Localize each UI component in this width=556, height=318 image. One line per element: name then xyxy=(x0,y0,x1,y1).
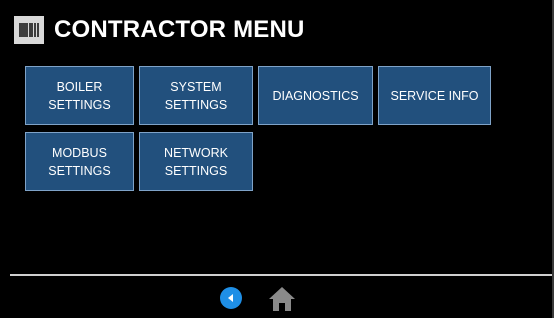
system-settings-label: SYSTEM SETTINGS xyxy=(164,79,228,112)
app-logo-icon xyxy=(14,16,44,44)
diagnostics-button[interactable]: DIAGNOSTICS xyxy=(258,66,373,125)
boiler-settings-button[interactable]: BOILER SETTINGS xyxy=(25,66,134,125)
network-settings-button[interactable]: NETWORK SETTINGS xyxy=(139,132,253,191)
modbus-settings-button[interactable]: MODBUS SETTINGS xyxy=(25,132,134,191)
header: CONTRACTOR MENU xyxy=(14,12,305,48)
home-icon xyxy=(269,287,295,311)
modbus-settings-label: MODBUS SETTINGS xyxy=(48,145,111,178)
service-info-button[interactable]: SERVICE INFO xyxy=(378,66,491,125)
network-settings-label: NETWORK SETTINGS xyxy=(164,145,228,178)
page-title: CONTRACTOR MENU xyxy=(54,16,305,43)
home-button[interactable] xyxy=(268,286,296,312)
service-info-label: SERVICE INFO xyxy=(390,88,479,103)
back-arrow-icon xyxy=(228,294,233,302)
diagnostics-label: DIAGNOSTICS xyxy=(272,88,359,103)
contractor-menu-screen: CONTRACTOR MENU BOILER SETTINGS SYSTEM S… xyxy=(0,0,554,318)
boiler-settings-label: BOILER SETTINGS xyxy=(48,79,111,112)
footer-divider xyxy=(10,274,552,276)
system-settings-button[interactable]: SYSTEM SETTINGS xyxy=(139,66,253,125)
back-button[interactable] xyxy=(220,287,242,309)
